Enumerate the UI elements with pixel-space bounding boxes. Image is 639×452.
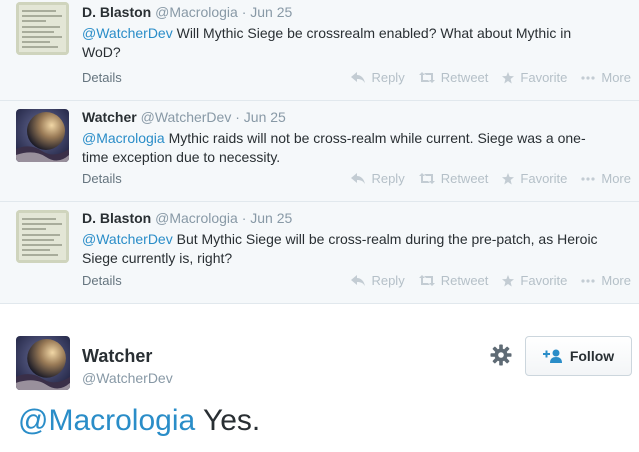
details-link[interactable]: Details xyxy=(82,273,122,288)
more-button[interactable]: More xyxy=(581,171,631,186)
screenname[interactable]: @WatcherDev xyxy=(141,109,232,125)
reply-label: Reply xyxy=(371,171,405,186)
reply-button[interactable]: Reply xyxy=(351,70,405,85)
follow-button[interactable]: Follow xyxy=(525,336,632,376)
star-icon xyxy=(502,71,515,83)
favorite-button[interactable]: Favorite xyxy=(502,171,567,186)
tweet-item[interactable]: Watcher @WatcherDev · Jun 25 @Macrologia… xyxy=(0,101,639,202)
gear-icon[interactable] xyxy=(490,344,512,371)
reply-icon xyxy=(351,275,366,286)
main-tweet: Watcher @WatcherDev Follow @Macrologia Y… xyxy=(0,304,639,452)
timestamp[interactable]: Jun 25 xyxy=(250,210,292,226)
favorite-button[interactable]: Favorite xyxy=(502,273,567,288)
retweet-icon xyxy=(418,275,435,286)
screenname[interactable]: @Macrologia xyxy=(155,210,238,226)
more-label: More xyxy=(601,171,631,186)
retweet-label: Retweet xyxy=(440,171,489,186)
tweet-text: @WatcherDev But Mythic Siege will be cro… xyxy=(82,230,611,268)
tweet-footer: Details Reply Retweet Favorite More xyxy=(82,171,631,187)
tweet-footer: Details Reply Retweet Favorite More xyxy=(82,70,631,86)
fullname[interactable]: Watcher xyxy=(82,346,152,367)
mention-link[interactable]: @WatcherDev xyxy=(82,25,173,41)
tweet-text: @Macrologia Mythic raids will not be cro… xyxy=(82,129,611,167)
favorite-label: Favorite xyxy=(520,273,568,288)
retweet-button[interactable]: Retweet xyxy=(418,273,489,288)
tweet-footer: Details Reply Retweet Favorite More xyxy=(82,273,631,289)
reply-icon xyxy=(351,173,366,184)
reply-icon xyxy=(351,72,366,83)
mention-link[interactable]: @Macrologia xyxy=(18,404,195,437)
more-dots-icon xyxy=(581,75,595,80)
tweet-body-text: Yes. xyxy=(195,404,261,437)
conversation-thread: D. Blaston @Macrologia · Jun 25 @Watcher… xyxy=(0,0,639,304)
separator: · xyxy=(241,4,247,20)
tweet-actions: Reply Retweet Favorite More xyxy=(337,273,631,288)
retweet-button[interactable]: Retweet xyxy=(418,171,489,186)
favorite-label: Favorite xyxy=(520,171,568,186)
planet-avatar[interactable] xyxy=(16,336,70,390)
timestamp[interactable]: Jun 25 xyxy=(250,4,292,20)
fullname[interactable]: Watcher xyxy=(82,109,137,125)
reply-label: Reply xyxy=(371,273,405,288)
tweet-header: D. Blaston @Macrologia · Jun 25 xyxy=(82,210,292,226)
add-user-icon xyxy=(542,349,562,363)
retweet-icon xyxy=(418,72,435,83)
reply-button[interactable]: Reply xyxy=(351,273,405,288)
more-button[interactable]: More xyxy=(581,273,631,288)
more-dots-icon xyxy=(581,278,595,283)
reply-button[interactable]: Reply xyxy=(351,171,405,186)
retweet-button[interactable]: Retweet xyxy=(418,70,489,85)
reply-label: Reply xyxy=(371,70,405,85)
details-link[interactable]: Details xyxy=(82,171,122,186)
follow-label: Follow xyxy=(569,348,615,364)
tweet-actions: Reply Retweet Favorite More xyxy=(337,70,631,85)
notepad-avatar[interactable] xyxy=(16,2,69,55)
star-icon xyxy=(502,172,515,184)
favorite-button[interactable]: Favorite xyxy=(502,70,567,85)
tweet-item[interactable]: D. Blaston @Macrologia · Jun 25 @Watcher… xyxy=(0,202,639,304)
more-label: More xyxy=(601,273,631,288)
screenname[interactable]: @WatcherDev xyxy=(82,370,173,386)
tweet-actions: Reply Retweet Favorite More xyxy=(337,171,631,186)
separator: · xyxy=(241,210,247,226)
screenname[interactable]: @Macrologia xyxy=(155,4,238,20)
planet-avatar[interactable] xyxy=(16,109,69,162)
timestamp[interactable]: Jun 25 xyxy=(244,109,286,125)
retweet-label: Retweet xyxy=(440,273,489,288)
more-dots-icon xyxy=(581,176,595,181)
details-link[interactable]: Details xyxy=(82,70,122,85)
star-icon xyxy=(502,274,515,286)
main-tweet-text: @Macrologia Yes. xyxy=(18,404,260,438)
mention-link[interactable]: @WatcherDev xyxy=(82,231,173,247)
separator: · xyxy=(235,109,240,125)
more-button[interactable]: More xyxy=(581,70,631,85)
tweet-item[interactable]: D. Blaston @Macrologia · Jun 25 @Watcher… xyxy=(0,0,639,101)
retweet-icon xyxy=(418,173,435,184)
retweet-label: Retweet xyxy=(440,70,489,85)
fullname[interactable]: D. Blaston xyxy=(82,4,151,20)
tweet-header: Watcher @WatcherDev · Jun 25 xyxy=(82,109,286,125)
notepad-avatar[interactable] xyxy=(16,210,69,263)
fullname[interactable]: D. Blaston xyxy=(82,210,151,226)
tweet-header: D. Blaston @Macrologia · Jun 25 xyxy=(82,4,292,20)
more-label: More xyxy=(601,70,631,85)
tweet-text: @WatcherDev Will Mythic Siege be crossre… xyxy=(82,24,611,62)
favorite-label: Favorite xyxy=(520,70,568,85)
mention-link[interactable]: @Macrologia xyxy=(82,130,165,146)
